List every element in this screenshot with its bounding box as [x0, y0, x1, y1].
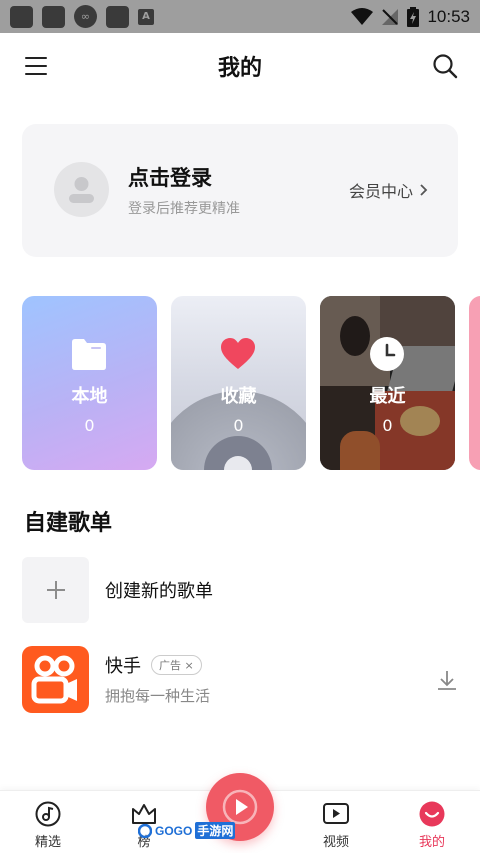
wifi-icon: [351, 7, 374, 25]
tile-count: 0: [233, 416, 244, 435]
tile-label: 收藏: [220, 386, 257, 407]
close-icon[interactable]: ×: [185, 659, 194, 672]
login-title[interactable]: 点击登录: [128, 162, 212, 192]
no-signal-icon: [382, 8, 399, 25]
ad-text: 快手 广告 × 拥抱每一种生活: [105, 652, 210, 706]
status-bar: ∞ A 10:53: [0, 0, 480, 33]
chevron-right-icon: [420, 184, 428, 196]
tile-partial[interactable]: [469, 296, 480, 470]
tile-count: 0: [382, 416, 393, 435]
video-icon: [323, 803, 349, 824]
create-playlist-label: 创建新的歌单: [105, 581, 213, 602]
ad-badge[interactable]: 广告 ×: [151, 655, 202, 675]
watermark-text: GOGO: [155, 823, 193, 838]
watermark-text: 手游网: [195, 822, 236, 839]
clock: 10:53: [427, 6, 470, 26]
nav-label: 我的: [418, 835, 445, 850]
nav-video[interactable]: 视频: [306, 801, 366, 850]
infinity-icon: ∞: [74, 5, 97, 28]
menu-icon[interactable]: [25, 57, 47, 75]
clock-icon: [370, 337, 404, 371]
nav-label: 视频: [322, 835, 349, 850]
tile-local[interactable]: 本地 0: [22, 296, 157, 470]
nav-featured[interactable]: 精选: [18, 801, 78, 850]
app-notification-icon: [42, 5, 65, 28]
add-box[interactable]: [22, 557, 89, 623]
ad-description: 拥抱每一种生活: [105, 687, 211, 705]
folder-icon: [72, 339, 106, 370]
music-disc-icon: [35, 801, 61, 827]
library-tiles: 本地 0 收藏 0 最近 0: [22, 296, 480, 470]
play-icon: [222, 789, 258, 825]
user-icon: [69, 177, 94, 203]
system-status: 10:53: [351, 6, 470, 27]
header: 我的: [0, 33, 480, 99]
battery-charging-icon: [407, 6, 420, 27]
login-card[interactable]: 点击登录 登录后推荐更精准 会员中心: [22, 124, 458, 257]
app-notification-icon: [10, 5, 33, 28]
nav-label: 精选: [34, 835, 61, 850]
kuaishou-logo: [22, 645, 89, 713]
section-title: 自建歌单: [24, 511, 113, 536]
watermark-logo-icon: [138, 823, 152, 838]
tile-count: 0: [84, 416, 95, 435]
page-title: 我的: [217, 56, 262, 81]
vip-center-label: 会员中心: [348, 182, 413, 201]
ad-badge-label: 广告: [159, 659, 181, 672]
tile-recent[interactable]: 最近 0: [320, 296, 455, 470]
tile-label: 最近: [369, 386, 406, 407]
avatar[interactable]: [54, 162, 109, 217]
login-subtitle: 登录后推荐更精准: [128, 201, 240, 217]
font-a-icon: A: [138, 8, 154, 25]
nav-mine[interactable]: 我的: [402, 801, 462, 850]
kuaishou-logo-icon: [31, 655, 77, 703]
ad-name: 快手: [105, 656, 141, 677]
smile-icon: [419, 801, 445, 827]
download-icon[interactable]: [436, 669, 458, 691]
app-notification-icon: [106, 5, 129, 28]
notification-icons: ∞ A: [10, 5, 154, 28]
ad-item[interactable]: 快手 广告 × 拥抱每一种生活: [22, 645, 458, 713]
watermark: GOGO 手游网: [138, 822, 236, 839]
vip-center-link[interactable]: 会员中心: [349, 178, 428, 202]
create-playlist-button[interactable]: 创建新的歌单: [22, 557, 458, 623]
tile-favorites[interactable]: 收藏 0: [171, 296, 306, 470]
search-icon[interactable]: [432, 53, 458, 79]
plus-icon: [46, 581, 65, 599]
heart-icon: [221, 338, 255, 369]
tile-label: 本地: [71, 386, 108, 407]
